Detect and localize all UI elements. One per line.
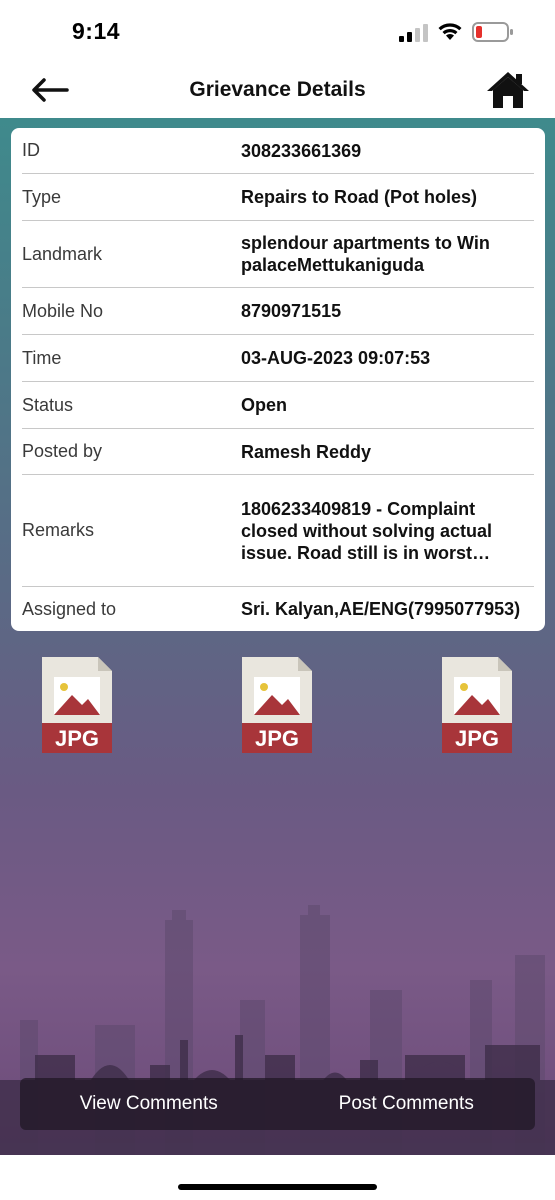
- detail-value: 8790971515: [241, 301, 342, 321]
- detail-value: splendour apartments to Win palaceMettuk…: [241, 233, 490, 275]
- main-content: ID 308233661369 Type Repairs to Road (Po…: [0, 118, 555, 1155]
- detail-row-assigned-to: Assigned to Sri. Kalyan,AE/ENG(799507795…: [22, 587, 534, 631]
- detail-label: Landmark: [22, 243, 103, 264]
- jpg-label: JPG: [55, 726, 99, 751]
- wifi-icon: [438, 23, 462, 40]
- page-title: Grievance Details: [189, 78, 366, 101]
- detail-value: Repairs to Road (Pot holes): [241, 187, 478, 207]
- detail-row-type: Type Repairs to Road (Pot holes): [22, 174, 534, 221]
- detail-label: Remarks: [22, 520, 95, 540]
- detail-label: Time: [22, 347, 62, 368]
- detail-row-landmark: Landmark splendour apartments to Win pal…: [22, 221, 534, 288]
- detail-label: Type: [22, 186, 62, 207]
- detail-label: Mobile No: [22, 300, 104, 321]
- detail-label: Status: [22, 394, 74, 415]
- detail-label: Assigned to: [22, 598, 117, 619]
- jpg-file-icon[interactable]: JPG: [240, 655, 314, 755]
- battery-low-icon: [472, 22, 513, 42]
- home-indicator[interactable]: [178, 1184, 377, 1190]
- detail-value: 308233661369: [241, 140, 362, 161]
- status-bar: 9:14: [0, 0, 555, 62]
- detail-label: Posted by: [22, 441, 103, 461]
- cellular-signal-icon: [399, 24, 428, 42]
- detail-value: Ramesh Reddy: [241, 441, 372, 462]
- status-time: 9:14: [72, 18, 121, 44]
- jpg-label: JPG: [255, 726, 299, 751]
- detail-row-mobile: Mobile No 8790971515: [22, 288, 534, 335]
- comments-action-bar: View Comments Post Comments: [20, 1078, 535, 1130]
- home-icon[interactable]: [486, 70, 530, 110]
- detail-row-time: Time 03-AUG-2023 09:07:53: [22, 335, 534, 382]
- detail-row-posted-by: Posted by Ramesh Reddy: [22, 429, 534, 475]
- jpg-file-icon[interactable]: JPG: [440, 655, 514, 755]
- post-comments-button[interactable]: Post Comments: [278, 1078, 536, 1130]
- view-comments-button[interactable]: View Comments: [20, 1078, 278, 1130]
- detail-value: 03-AUG-2023 09:07:53: [241, 348, 431, 368]
- detail-row-id: ID 308233661369: [22, 128, 534, 174]
- jpg-label: JPG: [455, 726, 499, 751]
- detail-row-status: Status Open: [22, 382, 534, 429]
- grievance-details-card: ID 308233661369 Type Repairs to Road (Po…: [11, 128, 545, 631]
- remarks-value: 1806233409819 - Complaint closed without…: [241, 498, 493, 563]
- detail-label: ID: [22, 140, 40, 160]
- status-value: Open: [241, 395, 288, 415]
- detail-row-remarks: Remarks 1806233409819 - Complaint closed…: [22, 475, 534, 587]
- home-indicator-area: [0, 1155, 555, 1200]
- nav-bar: Grievance Details: [0, 62, 555, 118]
- jpg-file-icon[interactable]: JPG: [40, 655, 114, 755]
- detail-value: Sri. Kalyan,AE/ENG(7995077953): [241, 599, 521, 619]
